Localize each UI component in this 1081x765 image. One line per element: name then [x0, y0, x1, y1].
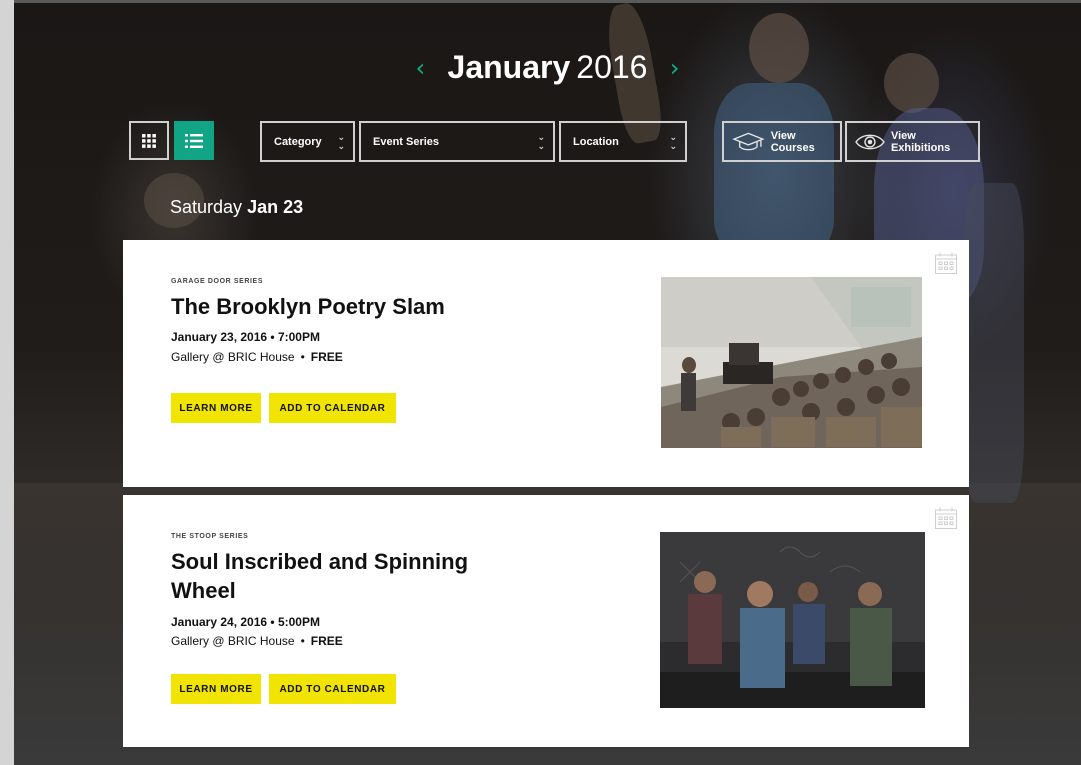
poetry-slam-photo [661, 277, 922, 448]
separator-dot: • [300, 350, 305, 364]
day-weekday: Saturday [170, 197, 243, 217]
view-exhibitions-button[interactable]: View Exhibitions [845, 121, 980, 162]
event-card: THE STOOP SERIES Soul Inscribed and Spin… [123, 495, 969, 747]
event-venue: Gallery @ BRIC House • FREE [171, 634, 343, 648]
view-courses-label: View Courses [770, 129, 815, 154]
calendar-icon[interactable] [934, 251, 958, 275]
month-navigation: ‹ January 2016 › [14, 49, 1081, 86]
event-price: FREE [310, 634, 343, 648]
grid-icon [142, 133, 156, 148]
event-datetime: January 24, 2016 • 5:00PM [171, 615, 320, 629]
event-series-label: THE STOOP SERIES [171, 533, 249, 540]
band-photo [660, 532, 925, 708]
chevron-right-icon[interactable]: › [670, 54, 680, 82]
event-title[interactable]: Soul Inscribed and Spinning Wheel [171, 547, 501, 605]
event-datetime: January 23, 2016 • 7:00PM [171, 330, 320, 344]
event-card: GARAGE DOOR SERIES The Brooklyn Poetry S… [123, 240, 969, 487]
category-dropdown-label: Category [274, 135, 322, 148]
calendar-icon[interactable] [934, 506, 958, 530]
location-dropdown-label: Location [573, 135, 619, 148]
dancer-silhouette [964, 183, 1024, 503]
learn-more-button[interactable]: LEARN MORE [171, 674, 261, 704]
day-date: Jan 23 [247, 197, 304, 217]
event-series-dropdown-label: Event Series [373, 135, 440, 148]
list-view-button[interactable] [174, 121, 214, 160]
day-heading: Saturday Jan 23 [170, 197, 303, 218]
event-series-label: GARAGE DOOR SERIES [171, 278, 264, 285]
chevron-down-icon: ⌄ ⌄ [337, 133, 345, 152]
venue-name: Gallery @ BRIC House [171, 634, 295, 648]
eye-icon [855, 134, 885, 149]
event-venue: Gallery @ BRIC House • FREE [171, 350, 343, 364]
list-icon [185, 133, 203, 148]
event-photo[interactable] [660, 532, 925, 708]
event-title[interactable]: The Brooklyn Poetry Slam [171, 292, 501, 321]
event-series-dropdown[interactable]: Event Series ⌄ ⌄ [359, 121, 555, 162]
event-price: FREE [310, 350, 343, 364]
view-exhibitions-label: View Exhibitions [890, 129, 951, 154]
add-to-calendar-button[interactable]: ADD TO CALENDAR [269, 393, 396, 423]
chevron-left-icon[interactable]: ‹ [415, 54, 425, 82]
month-label: January [447, 49, 571, 85]
grid-view-button[interactable] [129, 121, 169, 160]
events-page: ‹ January 2016 › Category ⌄ ⌄ Event Seri… [14, 0, 1081, 765]
year-label: 2016 [576, 49, 648, 85]
chevron-down-icon: ⌄ ⌄ [537, 133, 545, 152]
event-photo[interactable] [661, 277, 922, 448]
dancer-silhouette [714, 83, 834, 253]
separator-dot: • [300, 634, 305, 648]
venue-name: Gallery @ BRIC House [171, 350, 295, 364]
learn-more-button[interactable]: LEARN MORE [171, 393, 261, 423]
location-dropdown[interactable]: Location ⌄ ⌄ [559, 121, 687, 162]
view-courses-button[interactable]: View Courses [722, 121, 842, 162]
category-dropdown[interactable]: Category ⌄ ⌄ [260, 121, 355, 162]
add-to-calendar-button[interactable]: ADD TO CALENDAR [269, 674, 396, 704]
chevron-down-icon: ⌄ ⌄ [669, 133, 677, 152]
graduation-cap-icon [732, 132, 765, 150]
